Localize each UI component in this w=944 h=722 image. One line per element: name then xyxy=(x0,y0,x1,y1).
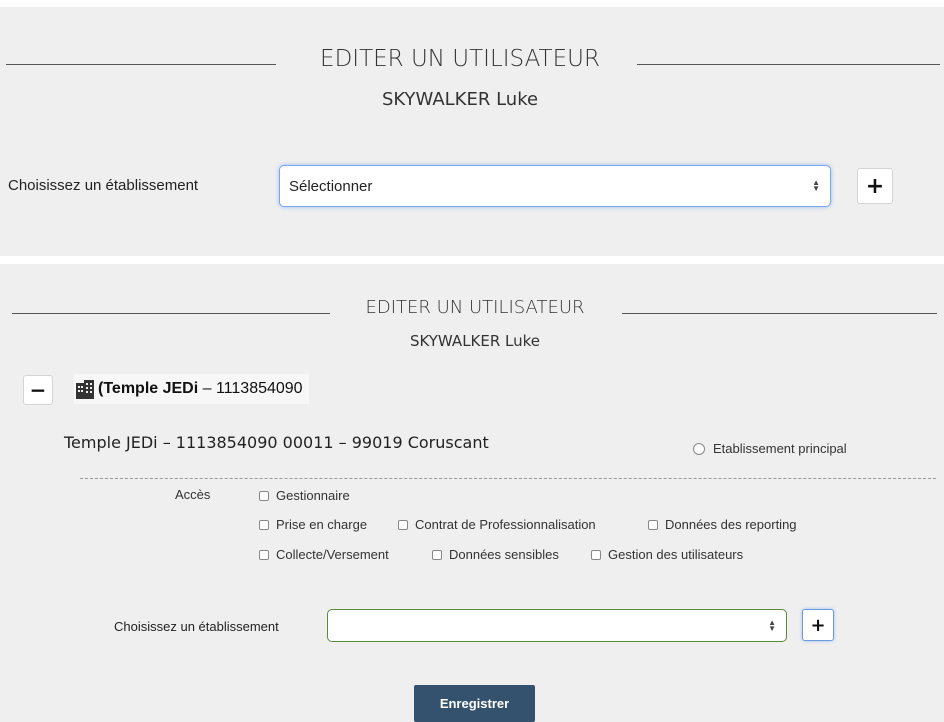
etab-label: Choisissez un établissement xyxy=(114,619,279,634)
edit-user-panel-expanded: EDITER UN UTILISATEUR SKYWALKER Luke − (… xyxy=(0,264,944,722)
checkbox-icon xyxy=(398,519,408,530)
add-etab-button[interactable]: + xyxy=(802,609,834,641)
checkbox-donnees-reporting[interactable]: Données des reporting xyxy=(648,517,797,532)
select-arrows-icon: ▲ ▼ xyxy=(812,178,820,193)
legend-rule-left xyxy=(12,313,330,314)
checkbox-icon xyxy=(648,519,658,530)
legend-rule-right xyxy=(622,313,937,314)
checkbox-label: Prise en charge xyxy=(276,517,368,532)
principal-radio[interactable]: Etablissement principal xyxy=(693,441,847,456)
add-etab-button[interactable]: + xyxy=(857,168,893,204)
panel-title: EDITER UN UTILISATEUR xyxy=(320,46,600,72)
checkbox-label: Données des reporting xyxy=(665,517,797,532)
checkbox-icon xyxy=(259,549,269,560)
cropped-heading-fragment xyxy=(552,0,944,6)
etab-name: Temple JEDi xyxy=(103,380,199,397)
select-arrows-icon: ▲ ▼ xyxy=(768,617,776,633)
etab-separator: – xyxy=(198,380,216,397)
save-button[interactable]: Enregistrer xyxy=(414,685,535,722)
dashed-divider xyxy=(80,478,936,479)
checkbox-label: Contrat de Professionnalisation xyxy=(415,517,596,532)
user-name: SKYWALKER Luke xyxy=(381,89,539,110)
edit-user-panel-initial: EDITER UN UTILISATEUR SKYWALKER Luke Cho… xyxy=(0,7,944,256)
checkbox-icon xyxy=(259,519,269,530)
checkbox-donnees-sensibles[interactable]: Données sensibles xyxy=(432,547,559,562)
etab-select[interactable]: ▲ ▼ xyxy=(327,609,787,642)
etab-header: ( Temple JEDi – 1113854090 xyxy=(74,374,309,404)
collapse-etab-button[interactable]: − xyxy=(23,375,53,405)
checkbox-gestionnaire[interactable]: Gestionnaire xyxy=(259,488,350,503)
panel-title: EDITER UN UTILISATEUR xyxy=(365,297,585,318)
checkbox-prise-en-charge[interactable]: Prise en charge xyxy=(259,517,367,532)
checkbox-collecte-versement[interactable]: Collecte/Versement xyxy=(259,547,389,562)
etab-full-line: Temple JEDi – 1113854090 00011 – 99019 C… xyxy=(64,433,489,452)
etab-label: Choisissez un établissement xyxy=(8,177,199,194)
checkbox-icon xyxy=(259,490,269,501)
checkbox-icon xyxy=(432,549,442,560)
etab-select-value: Sélectionner xyxy=(289,177,373,195)
etab-select[interactable]: Sélectionner ▲ ▼ xyxy=(279,165,831,207)
legend-rule-right xyxy=(637,64,940,65)
acces-label: Accès xyxy=(175,487,211,502)
principal-label: Etablissement principal xyxy=(713,441,847,456)
user-name: SKYWALKER Luke xyxy=(409,332,541,350)
etab-code: 1113854090 xyxy=(215,380,303,397)
checkbox-label: Gestionnaire xyxy=(276,488,350,503)
checkbox-label: Collecte/Versement xyxy=(276,547,389,562)
radio-circle-icon xyxy=(693,442,705,455)
legend-rule-left xyxy=(6,64,276,65)
checkbox-contrat-pro[interactable]: Contrat de Professionnalisation xyxy=(398,517,596,532)
checkbox-label: Gestion des utilisateurs xyxy=(608,547,744,562)
checkbox-gestion-utilisateurs[interactable]: Gestion des utilisateurs xyxy=(591,547,743,562)
checkbox-label: Données sensibles xyxy=(449,547,559,562)
checkbox-icon xyxy=(591,549,601,560)
building-icon xyxy=(76,380,94,399)
